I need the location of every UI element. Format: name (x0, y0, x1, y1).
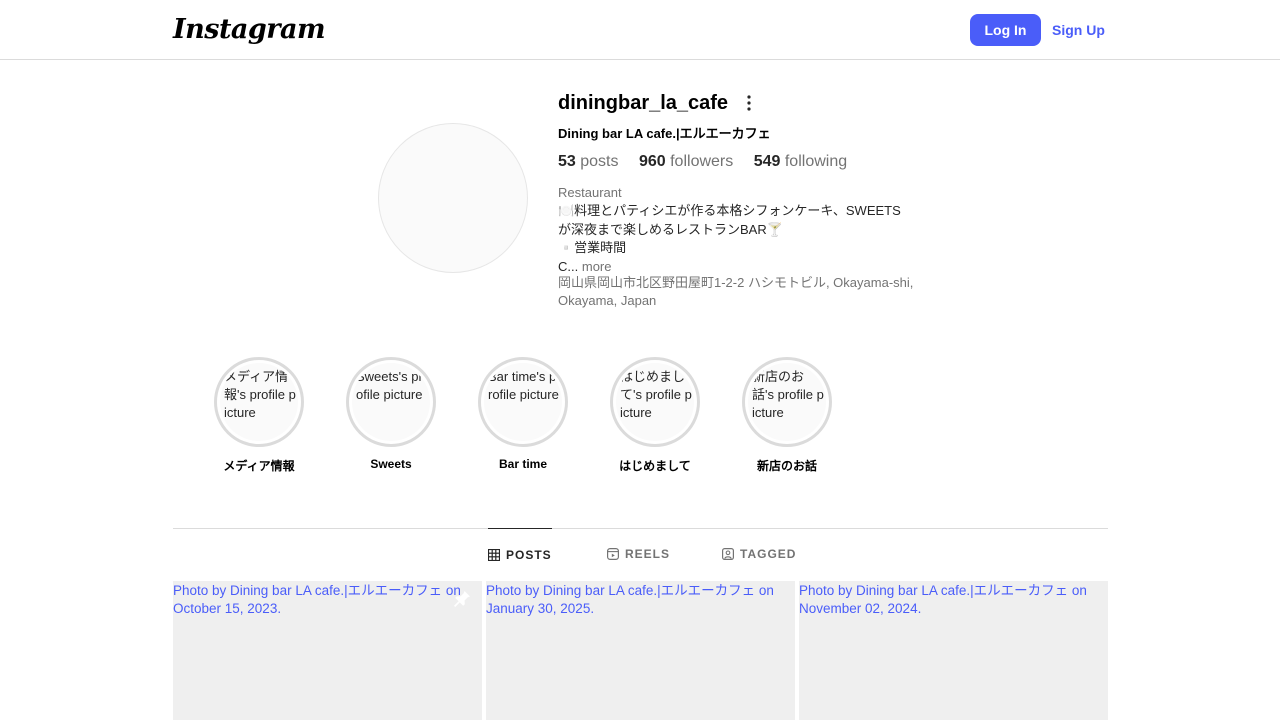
grid-icon (488, 548, 500, 561)
profile-full-name: Dining bar LA cafe.|エルエーカフェ (558, 126, 771, 141)
highlight-cover[interactable]: 新店のお話's profile picture (742, 357, 832, 447)
story-highlight[interactable]: Bar time's profile picture Bar time (468, 357, 578, 471)
reels-icon (607, 548, 619, 560)
pinned-post-icon (454, 591, 470, 607)
story-highlight[interactable]: 新店のお話's profile picture 新店のお話 (732, 357, 842, 474)
following-stat[interactable]: 549 following (754, 153, 847, 170)
post-image-alt: Photo by Dining bar LA cafe.|エルエーカフェ on … (173, 583, 461, 616)
highlight-label: 新店のお話 (756, 459, 817, 473)
more-options-icon[interactable] (741, 94, 757, 112)
highlight-cover[interactable]: Sweets's profile picture (346, 357, 436, 447)
highlight-image-alt: はじめまして's profile picture (616, 363, 694, 441)
highlight-label: Sweets (370, 457, 412, 471)
bio-truncated-text: C... (558, 258, 579, 274)
tab-reels-label: REELS (625, 547, 671, 561)
posts-label: posts (580, 153, 619, 170)
followers-label: followers (670, 153, 734, 170)
tab-tagged[interactable]: TAGGED (722, 528, 796, 580)
bio-line: が深夜まで楽しめるレストランBAR🍸 (558, 221, 783, 237)
followers-stat[interactable]: 960 followers (639, 153, 733, 170)
highlight-cover[interactable]: はじめまして's profile picture (610, 357, 700, 447)
story-highlight[interactable]: はじめまして's profile picture はじめまして (600, 357, 710, 474)
login-button[interactable]: Log In (970, 14, 1041, 46)
posts-stat: 53 posts (558, 153, 619, 170)
tab-reels[interactable]: REELS (607, 528, 670, 580)
highlight-cover[interactable]: Bar time's profile picture (478, 357, 568, 447)
following-label: following (784, 153, 848, 170)
tab-posts[interactable]: POSTS (488, 528, 552, 580)
profile-stats: 53 posts 960 followers 549 following (558, 153, 863, 171)
highlight-cover[interactable]: メディア情報's profile picture (214, 357, 304, 447)
post-thumbnail[interactable]: Photo by Dining bar LA cafe.|エルエーカフェ on … (173, 581, 482, 720)
profile-username: diningbar_la_cafe (558, 92, 729, 114)
post-thumbnail[interactable]: Photo by Dining bar LA cafe.|エルエーカフェ on … (486, 581, 795, 720)
tab-tagged-label: TAGGED (740, 547, 797, 561)
posts-count: 53 (558, 153, 576, 170)
profile-avatar[interactable] (378, 123, 528, 273)
story-highlight[interactable]: メディア情報's profile picture メディア情報 (204, 357, 314, 474)
post-thumbnail[interactable]: Photo by Dining bar LA cafe.|エルエーカフェ on … (799, 581, 1108, 720)
highlight-label: Bar time (498, 457, 548, 471)
bio-more-link[interactable]: more (582, 259, 612, 274)
profile-bio: 🍽️料理とパティシエが作る本格シフォンケーキ、SWEETS が深夜まで楽しめるレ… (558, 202, 928, 276)
profile-address[interactable]: 岡山県岡山市北区野田屋町1-2-2 ハシモトビル, Okayama-shi, O… (558, 274, 928, 310)
tagged-icon (722, 548, 734, 560)
highlight-label: メディア情報 (223, 459, 295, 473)
bio-line: 🍽️料理とパティシエが作る本格シフォンケーキ、SWEETS (558, 203, 901, 218)
story-highlight[interactable]: Sweets's profile picture Sweets (336, 357, 446, 471)
highlight-label: はじめまして (619, 459, 691, 473)
following-count: 549 (753, 153, 781, 170)
top-navigation-bar: Instagram Log In Sign Up (0, 0, 1280, 60)
followers-count: 960 (638, 153, 666, 170)
highlight-image-alt: 新店のお話's profile picture (748, 363, 826, 441)
highlight-image-alt: Bar time's profile picture (484, 363, 562, 441)
instagram-logo[interactable]: Instagram (173, 14, 326, 45)
post-image-alt: Photo by Dining bar LA cafe.|エルエーカフェ on … (486, 583, 774, 616)
bio-line: ▫️営業時間 (558, 240, 627, 255)
signup-link[interactable]: Sign Up (1052, 14, 1105, 46)
profile-category: Restaurant (558, 185, 622, 200)
post-image-alt: Photo by Dining bar LA cafe.|エルエーカフェ on … (799, 583, 1087, 616)
highlight-image-alt: メディア情報's profile picture (220, 363, 298, 441)
tab-posts-label: POSTS (506, 547, 552, 562)
highlight-image-alt: Sweets's profile picture (352, 363, 430, 441)
